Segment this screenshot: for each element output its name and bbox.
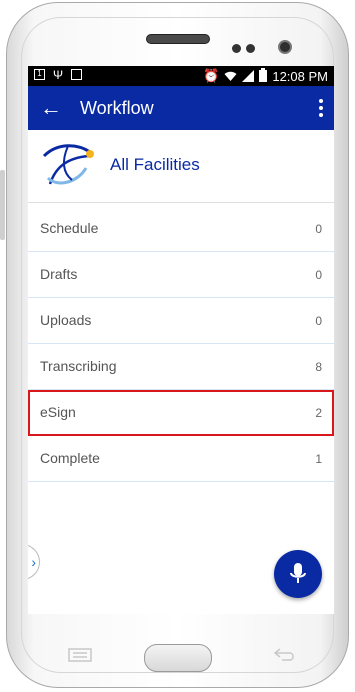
workflow-item-schedule[interactable]: Schedule 0 [28,206,334,252]
facility-selector[interactable]: All Facilities [28,130,334,203]
record-microphone-button[interactable] [274,550,322,598]
wifi-icon [224,71,237,81]
earpiece-speaker [146,34,210,44]
workflow-item-uploads[interactable]: Uploads 0 [28,298,334,344]
workflow-item-esign[interactable]: eSign 2 [28,390,334,436]
list-item-count: 2 [315,406,322,420]
status-time: 12:08 PM [272,68,328,84]
list-item-label: Uploads [40,312,92,328]
list-item-label: Complete [40,450,100,466]
list-item-count: 1 [315,452,322,466]
front-camera [278,40,292,54]
list-item-label: Schedule [40,220,99,236]
list-item-label: eSign [40,404,76,420]
page-title: Workflow [80,98,154,118]
overflow-menu-icon[interactable] [316,98,326,118]
list-item-count: 0 [315,268,322,282]
list-item-label: Drafts [40,266,78,282]
side-button [0,170,5,240]
microphone-icon [290,563,306,583]
image-icon [71,69,83,80]
arrow-back-icon[interactable]: ← [40,95,62,121]
back-key-icon[interactable] [272,646,296,662]
notification-1-icon: 1 [34,69,45,80]
home-button[interactable] [144,644,212,672]
alarm-icon: ⏰ [203,68,220,83]
workflow-item-transcribing[interactable]: Transcribing 8 [28,344,334,390]
company-logo-icon [42,144,94,185]
list-item-count: 0 [315,222,322,236]
screen: 1 Ψ ⏰ 12:08 PM ← Workflow All Facilities… [28,66,334,614]
workflow-item-complete[interactable]: Complete 1 [28,436,334,482]
status-bar: 1 Ψ ⏰ 12:08 PM [28,66,334,86]
workflow-item-drafts[interactable]: Drafts 0 [28,252,334,298]
drawer-toggle-chevron-icon[interactable]: › [28,544,40,580]
app-bar: ← Workflow [28,86,334,130]
usb-icon: Ψ [53,68,64,82]
workflow-list: Schedule 0 Drafts 0 Uploads 0 Transcribi… [28,206,334,482]
battery-charging-icon [259,68,268,82]
light-sensor [246,44,255,53]
proximity-sensor [232,44,241,53]
signal-icon [242,70,255,82]
list-item-count: 0 [315,314,322,328]
list-item-count: 8 [315,360,322,374]
facility-name: All Facilities [110,155,200,174]
menu-key-icon[interactable] [68,648,92,662]
list-item-label: Transcribing [40,358,117,374]
